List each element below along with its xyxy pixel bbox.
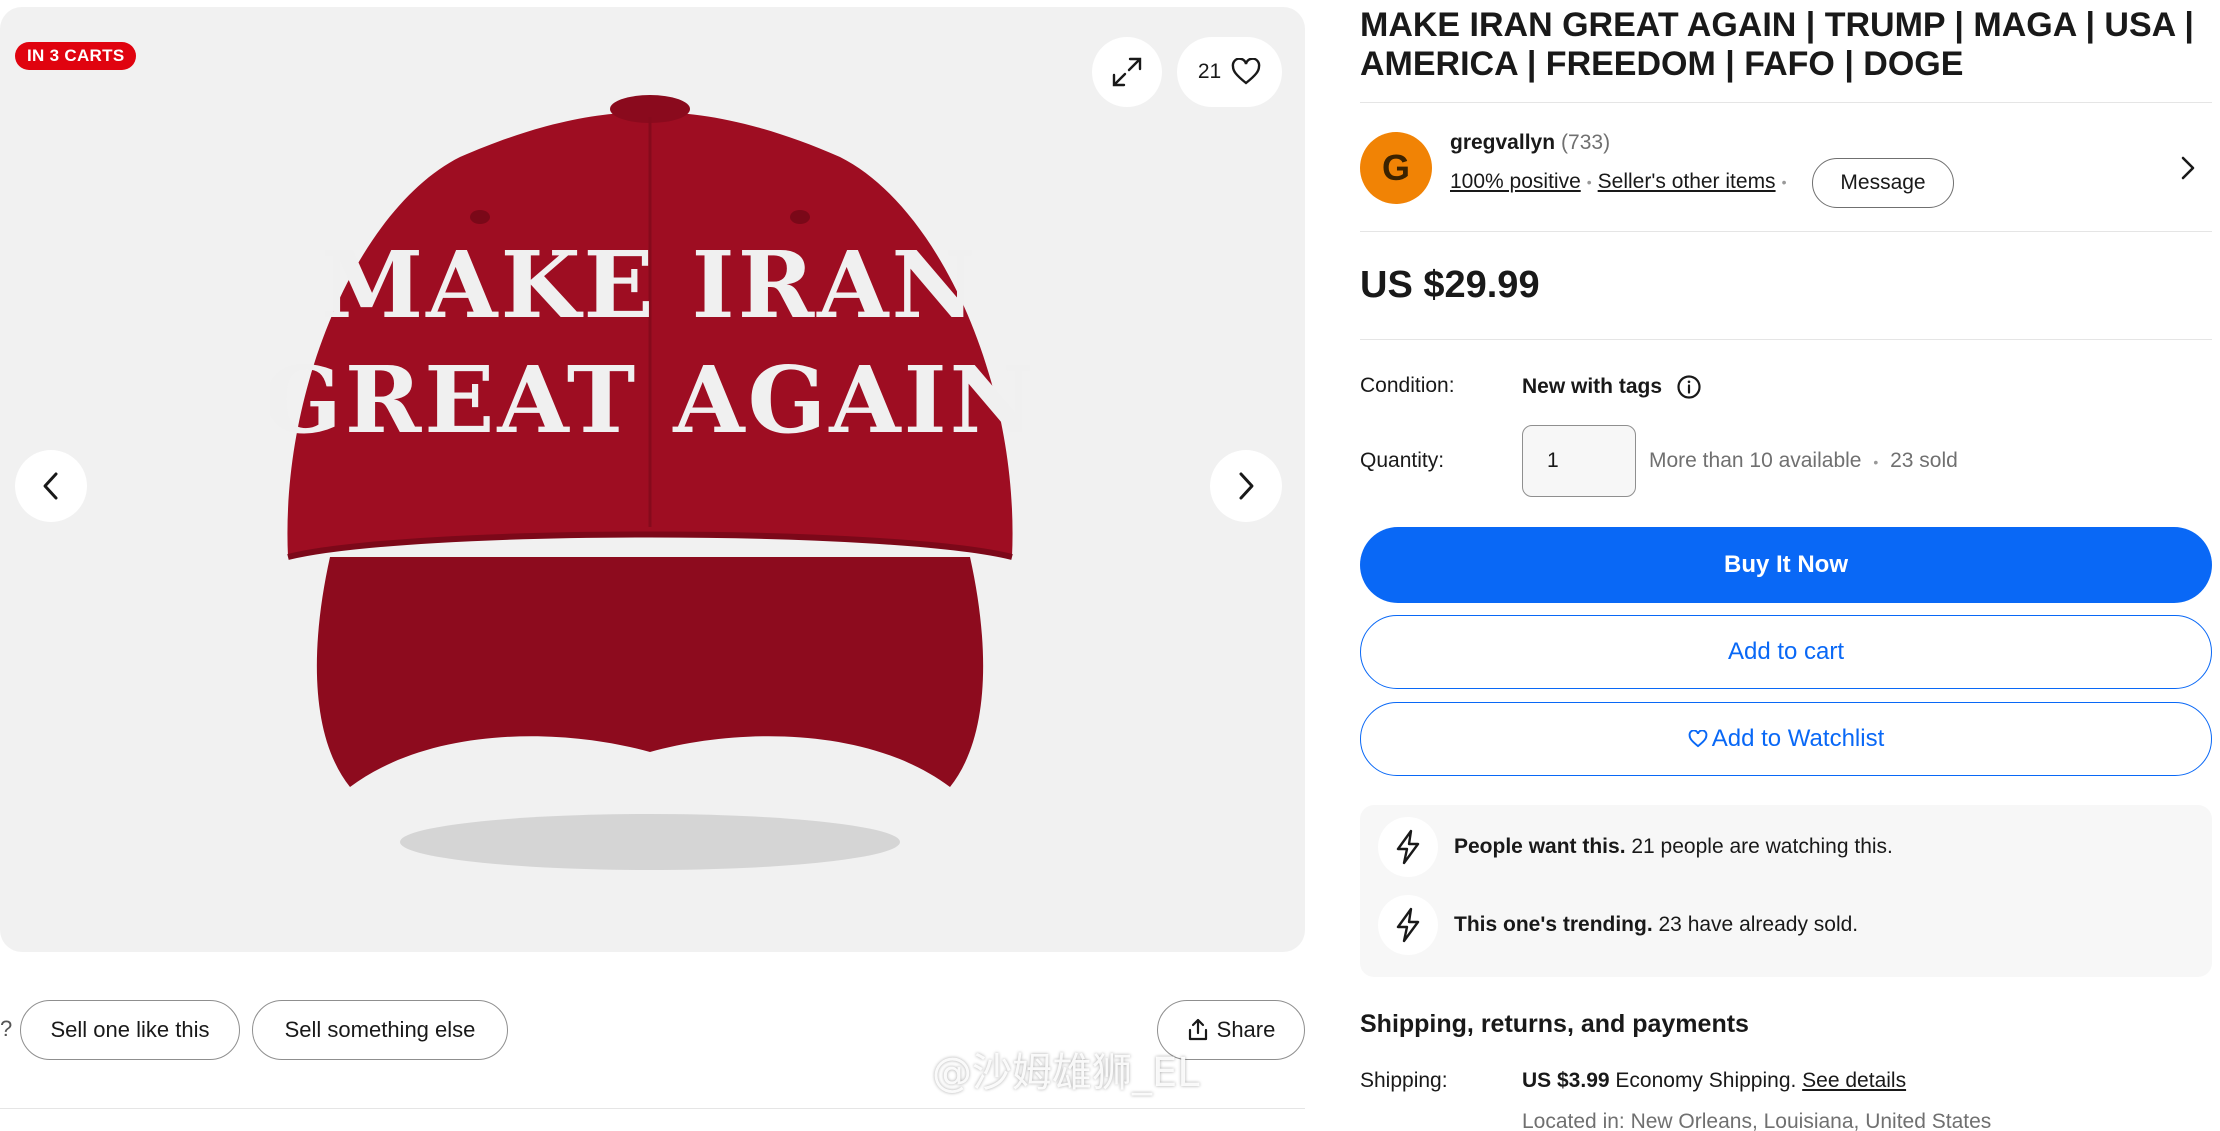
shipping-method: Economy Shipping. xyxy=(1609,1069,1803,1092)
cap-shadow xyxy=(400,814,900,870)
quantity-label: Quantity: xyxy=(1360,449,1445,472)
heart-icon xyxy=(1688,730,1708,748)
lightning-icon xyxy=(1396,907,1420,943)
message-seller-button[interactable]: Message xyxy=(1812,158,1954,208)
see-details-link[interactable]: See details xyxy=(1802,1069,1906,1092)
availability-text: More than 10 available xyxy=(1649,449,1862,472)
sold-count: 23 sold xyxy=(1890,449,1958,472)
condition-value: New with tags xyxy=(1522,375,1663,398)
divider xyxy=(1360,231,2212,232)
signal-bold: People want this. xyxy=(1454,835,1626,858)
watchers-button[interactable]: 21 xyxy=(1177,37,1282,107)
chevron-right-icon[interactable] xyxy=(2178,152,2198,184)
add-to-watchlist-button[interactable]: Add to Watchlist xyxy=(1360,702,2212,776)
watch-count: 21 xyxy=(1197,60,1222,83)
seller-links: 100% positive • Seller's other items • xyxy=(1450,170,1792,194)
seller-name[interactable]: gregvallyn xyxy=(1450,131,1555,154)
sell-one-like-this-button[interactable]: Sell one like this xyxy=(20,1000,240,1060)
previous-image-button[interactable] xyxy=(15,450,87,522)
urgency-signals: People want this. 21 people are watching… xyxy=(1360,805,2212,977)
shipping-heading: Shipping, returns, and payments xyxy=(1360,1010,1749,1038)
add-to-cart-button[interactable]: Add to cart xyxy=(1360,615,2212,689)
lightning-icon xyxy=(1396,829,1420,865)
weibo-icon xyxy=(869,1050,919,1090)
heart-icon xyxy=(1231,58,1261,85)
availability-info: More than 10 available • 23 sold xyxy=(1649,449,1958,473)
watermark-text: @沙姆雄狮_EL xyxy=(932,1050,1200,1096)
signal-bold: This one's trending. xyxy=(1454,913,1653,936)
expand-button[interactable] xyxy=(1092,37,1162,107)
item-price: US $29.99 xyxy=(1360,264,1540,306)
cap-brim xyxy=(316,557,984,787)
signal-text: 21 people are watching this. xyxy=(1625,835,1893,858)
seller-avatar[interactable]: G xyxy=(1360,132,1432,204)
share-label: Share xyxy=(1216,1017,1276,1042)
condition-value-row: New with tags xyxy=(1522,374,1702,400)
separator-dot: • xyxy=(1873,454,1879,470)
buy-it-now-button[interactable]: Buy It Now xyxy=(1360,527,2212,603)
signal-trending: This one's trending. 23 have already sol… xyxy=(1378,895,1858,955)
signal-watching: People want this. 21 people are watching… xyxy=(1378,817,1893,877)
share-icon xyxy=(1188,1018,1207,1041)
product-image-cap: MAKE IRAN GREAT AGAIN xyxy=(270,95,1030,870)
divider xyxy=(0,1108,1305,1109)
image-gallery[interactable]: IN 3 CARTS 21 MAKE IRAN GREAT AGAIN xyxy=(0,7,1305,952)
chevron-right-icon xyxy=(1239,472,1254,500)
divider xyxy=(1360,339,2212,340)
condition-label: Condition: xyxy=(1360,374,1455,397)
next-image-button[interactable] xyxy=(1210,450,1282,522)
watermark: @沙姆雄狮_EL xyxy=(868,1040,1200,1098)
shipping-price: US $3.99 xyxy=(1522,1069,1610,1092)
info-icon[interactable] xyxy=(1676,374,1702,400)
item-location: Located in: New Orleans, Louisiana, Unit… xyxy=(1522,1110,1992,1131)
separator-dot: • xyxy=(1586,174,1592,190)
cap-text-line2: GREAT AGAIN xyxy=(270,346,1030,454)
item-title: MAKE IRAN GREAT AGAIN | TRUMP | MAGA | U… xyxy=(1360,6,2194,83)
in-carts-badge: IN 3 CARTS xyxy=(15,42,137,70)
seller-other-items-link[interactable]: Seller's other items xyxy=(1598,170,1776,194)
positive-feedback-link[interactable]: 100% positive xyxy=(1450,170,1581,194)
divider xyxy=(1360,102,2212,103)
seller-feedback-count: (733) xyxy=(1561,131,1611,154)
help-question-mark[interactable]: ? xyxy=(0,1016,12,1042)
expand-icon xyxy=(1112,57,1142,87)
chevron-left-icon xyxy=(43,472,58,500)
sell-something-else-button[interactable]: Sell something else xyxy=(252,1000,508,1060)
signal-text: 23 have already sold. xyxy=(1652,913,1859,936)
shipping-value: US $3.99 Economy Shipping. See details xyxy=(1522,1069,1906,1093)
add-to-watchlist-label: Add to Watchlist xyxy=(1711,725,1885,752)
seller-name-row[interactable]: gregvallyn (733) xyxy=(1450,131,1610,155)
shipping-label: Shipping: xyxy=(1360,1069,1448,1092)
quantity-input[interactable]: 1 xyxy=(1522,425,1636,497)
cap-text-line1: MAKE IRAN xyxy=(321,231,978,339)
separator-dot: • xyxy=(1781,174,1787,190)
